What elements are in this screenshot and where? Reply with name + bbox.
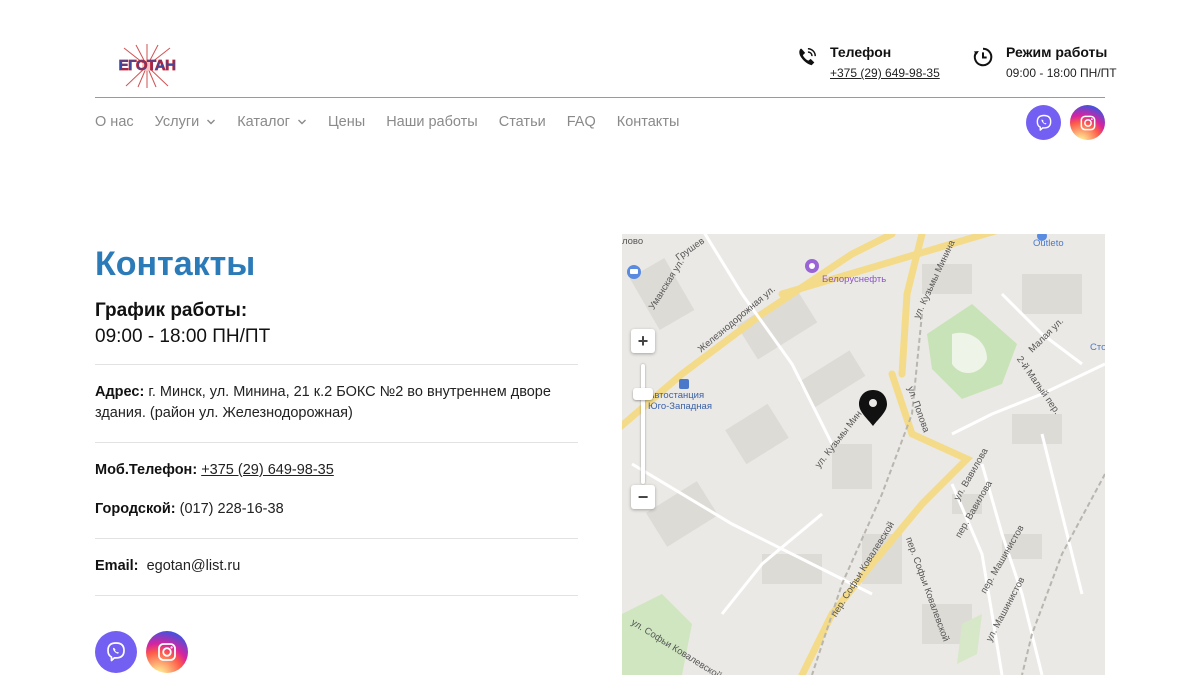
nav-item-articles[interactable]: Статьи	[499, 113, 546, 131]
nav-item-prices[interactable]: Цены	[328, 113, 365, 131]
nav-item-about[interactable]: О нас	[95, 113, 134, 131]
zoom-in-button[interactable]: +	[631, 329, 655, 353]
logo-graphic: ЕГОТАН	[118, 44, 176, 88]
nav-item-services[interactable]: Услуги	[155, 113, 217, 131]
instagram-icon	[1080, 115, 1095, 130]
map-label: Юго-Западная	[648, 401, 712, 412]
schedule-value: 09:00 - 18:00 ПН/ПТ	[95, 326, 271, 347]
header-hours-title: Режим работы	[1006, 44, 1108, 60]
instagram-button[interactable]	[1070, 105, 1105, 140]
header-hours-value: 09:00 - 18:00 ПН/ПТ	[1006, 66, 1117, 80]
divider	[95, 364, 578, 365]
map-label: Outleto	[1033, 238, 1064, 249]
logo[interactable]: ЕГОТАН	[104, 44, 190, 88]
map-canvas[interactable]	[622, 234, 1105, 675]
map-label: лово	[622, 236, 644, 247]
header-hours: Режим работы 09:00 - 18:00 ПН/ПТ	[972, 44, 1117, 80]
header-divider	[95, 97, 1105, 98]
address-value: г. Минск, ул. Минина, 21 к.2 БОКС №2 во …	[95, 384, 551, 421]
clock-icon	[973, 47, 993, 67]
zoom-slider-track[interactable]	[641, 364, 645, 484]
mobile-row: Моб.Телефон: +375 (29) 649-98-35	[95, 460, 565, 481]
viber-icon	[1036, 114, 1051, 131]
nav-item-catalog[interactable]: Каталог	[237, 113, 307, 131]
phone-icon	[799, 48, 816, 66]
header-phone-link[interactable]: +375 (29) 649-98-35	[830, 66, 940, 80]
main-nav: О нас Услуги Каталог Цены Наши работы Ст…	[95, 113, 700, 131]
map-label: Сто	[1090, 342, 1105, 353]
email-value[interactable]: egotan@list.ru	[147, 558, 241, 574]
city-phone-value: (017) 228-16-38	[179, 501, 284, 517]
header-phone-title: Телефон	[830, 44, 892, 60]
instagram-icon	[158, 643, 176, 661]
city-phone-label: Городской:	[95, 501, 176, 517]
zoom-slider-handle[interactable]	[633, 388, 653, 400]
mobile-phone-link[interactable]: +375 (29) 649-98-35	[201, 462, 334, 478]
header-phone: Телефон +375 (29) 649-98-35	[796, 44, 940, 80]
chevron-down-icon	[297, 119, 306, 125]
viber-button[interactable]	[95, 631, 137, 673]
map-label: Автостанция	[648, 390, 705, 401]
mobile-label: Моб.Телефон:	[95, 462, 198, 478]
viber-icon	[107, 642, 125, 662]
city-phone-row: Городской: (017) 228-16-38	[95, 499, 565, 520]
zoom-out-button[interactable]: −	[631, 485, 655, 509]
map-label: Белоруснефть	[822, 274, 887, 285]
map[interactable]: лово Грушев Уманская ул. Железнодорожная…	[622, 234, 1105, 675]
divider	[95, 442, 578, 443]
nav-item-faq[interactable]: FAQ	[567, 113, 596, 131]
address-row: Адрес: г. Минск, ул. Минина, 21 к.2 БОКС…	[95, 382, 565, 424]
email-row: Email: egotan@list.ru	[95, 556, 565, 577]
address-label: Адрес:	[95, 384, 145, 400]
nav-item-contacts[interactable]: Контакты	[617, 113, 680, 131]
nav-item-works[interactable]: Наши работы	[386, 113, 478, 131]
divider	[95, 595, 578, 596]
viber-button[interactable]	[1026, 105, 1061, 140]
schedule-title: График работы:	[95, 300, 248, 321]
chevron-down-icon	[207, 119, 216, 125]
email-label: Email:	[95, 558, 139, 574]
divider	[95, 538, 578, 539]
logo-text: ЕГОТАН	[119, 57, 176, 74]
page-title: Контакты	[95, 245, 256, 283]
instagram-button[interactable]	[146, 631, 188, 673]
